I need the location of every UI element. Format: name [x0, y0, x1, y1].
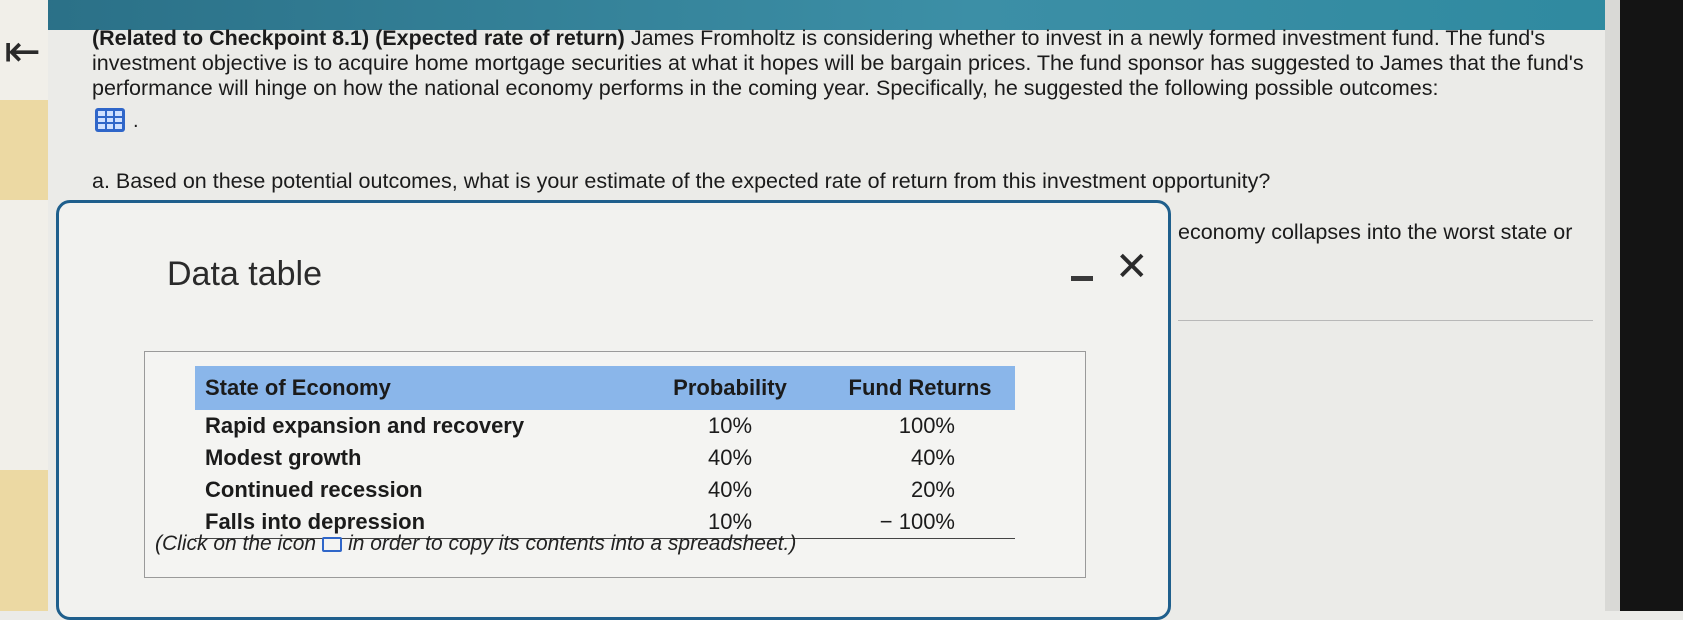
question-topic: (Expected rate of return)	[375, 26, 625, 50]
caption-after: in order to copy its contents into a spr…	[348, 532, 797, 555]
table-header-row: State of Economy Probability Fund Return…	[195, 366, 1015, 410]
left-yellow-block	[0, 100, 48, 200]
state-cell: Continued recession	[205, 477, 423, 502]
state-cell: Modest growth	[205, 445, 362, 470]
divider	[1178, 320, 1593, 321]
minimize-icon[interactable]	[1071, 276, 1093, 281]
left-yellow-block	[0, 470, 48, 611]
close-icon[interactable]: ✕	[1115, 245, 1149, 289]
header-returns: Fund Returns	[825, 366, 1015, 410]
caption-before: (Click on the icon	[155, 532, 317, 555]
back-arrow-icon[interactable]: ⇤	[4, 30, 41, 74]
modal-title: Data table	[167, 255, 322, 293]
probability-cell: 10%	[707, 413, 753, 438]
return-cell: − 100%	[825, 506, 1015, 539]
part-a-question: a. Based on these potential outcomes, wh…	[92, 169, 1271, 193]
table-container: State of Economy Probability Fund Return…	[144, 351, 1086, 578]
probability-cell: 40%	[707, 445, 753, 470]
checkpoint-ref: (Related to Checkpoint 8.1)	[92, 26, 370, 50]
table-row: Modest growth 40% 40%	[195, 442, 1015, 474]
probability-cell: 40%	[707, 477, 753, 502]
header-state: State of Economy	[195, 366, 635, 410]
copy-spreadsheet-icon[interactable]	[322, 536, 343, 552]
data-table-modal: Data table ✕ State of Economy Probabilit…	[56, 200, 1171, 620]
table-row: Rapid expansion and recovery 10% 100%	[195, 410, 1015, 442]
screen-bezel	[1620, 0, 1683, 611]
period: .	[133, 110, 139, 132]
screen-edge	[1605, 0, 1620, 611]
return-cell: 20%	[910, 477, 955, 502]
data-table-icon[interactable]	[95, 108, 125, 132]
question-text: (Related to Checkpoint 8.1) (Expected ra…	[92, 26, 1602, 101]
obscured-text: economy collapses into the worst state o…	[1178, 220, 1573, 244]
table-row: Continued recession 40% 20%	[195, 474, 1015, 506]
data-table: State of Economy Probability Fund Return…	[195, 366, 1015, 539]
state-cell: Rapid expansion and recovery	[205, 413, 525, 438]
header-probability: Probability	[635, 366, 825, 410]
return-cell: 40%	[910, 445, 955, 470]
copy-caption: (Click on the icon in order to copy its c…	[155, 532, 796, 556]
return-cell: 100%	[898, 413, 955, 438]
